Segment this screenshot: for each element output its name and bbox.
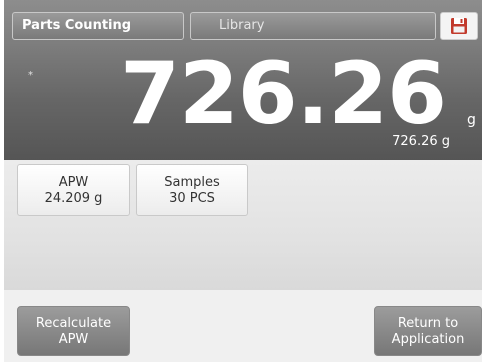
recalculate-apw-line1: Recalculate [35,316,112,331]
main-weight-value: 726.26 [120,44,447,144]
apw-card[interactable]: APW 24.209 g [17,164,130,216]
stability-indicator: * [28,70,33,81]
floppy-disk-icon [451,18,467,34]
apw-label: APW [58,175,89,190]
tab-library[interactable]: Library [190,12,436,40]
return-to-application-line1: Return to [397,316,459,331]
recalculate-apw-line2: APW [58,332,89,347]
tab-parts-counting-label: Parts Counting [22,18,132,33]
apw-value: 24.209 g [44,191,103,206]
recalculate-apw-button[interactable]: Recalculate APW [17,306,130,356]
samples-card[interactable]: Samples 30 PCS [136,164,248,216]
samples-label: Samples [164,175,220,190]
save-button[interactable] [440,12,478,40]
weight-unit: g [467,112,476,128]
tab-parts-counting[interactable]: Parts Counting [12,12,184,40]
samples-value: 30 PCS [169,191,215,206]
tab-library-label: Library [219,18,265,33]
return-to-application-button[interactable]: Return to Application [374,306,482,356]
secondary-weight-value: 726.26 g [392,134,450,149]
return-to-application-line2: Application [391,332,465,347]
